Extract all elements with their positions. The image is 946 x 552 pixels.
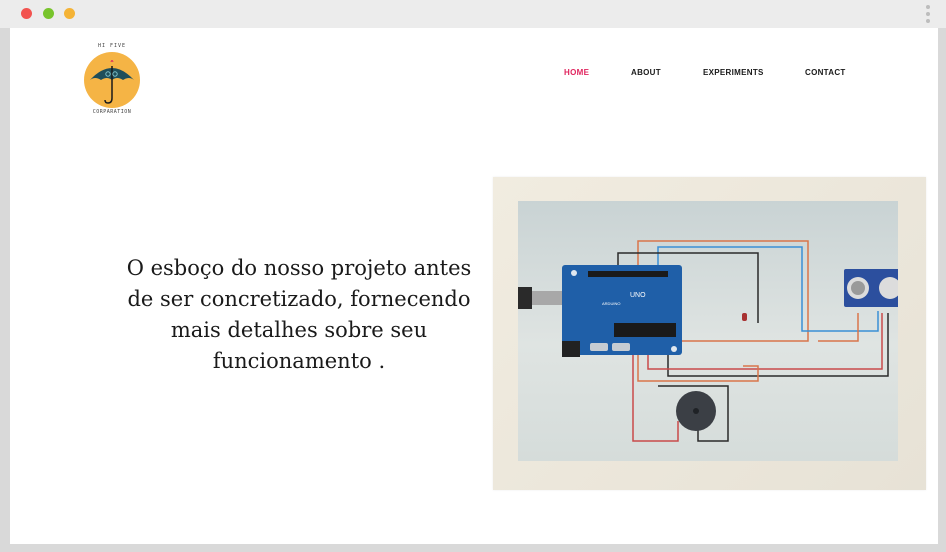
nav-home-link[interactable]: HOME [564,68,589,77]
web-page: HI FIVE CORPARATION HOME ABOUT EXPERIMEN… [10,28,938,544]
nav-about-link[interactable]: ABOUT [631,68,661,77]
logo-bottom-text: CORPARATION [92,109,132,115]
maximize-window-button[interactable] [64,8,75,19]
page-bottom-edge [0,544,946,552]
board-label: UNO [630,292,646,299]
nav-experiments-link[interactable]: EXPERIMENTS [703,68,764,77]
browser-titlebar [0,0,946,28]
minimize-window-button[interactable] [43,8,54,19]
circuit-diagram: UNO ARDUINO [518,201,902,461]
arduino-circuit-illustration: UNO ARDUINO [518,240,902,442]
nav-contact-link[interactable]: CONTACT [805,68,846,77]
company-logo[interactable]: HI FIVE CORPARATION [80,43,144,119]
kebab-menu-icon[interactable] [926,5,930,26]
hero-headline: O esboço do nosso projeto antes de ser c… [126,256,472,373]
board-brand: ARDUINO [602,301,620,306]
circuit-sketch-photo: UNO ARDUINO [493,177,926,490]
close-window-button[interactable] [21,8,32,19]
umbrella-logo-icon [84,52,140,108]
logo-top-text: HI FIVE [97,43,127,49]
